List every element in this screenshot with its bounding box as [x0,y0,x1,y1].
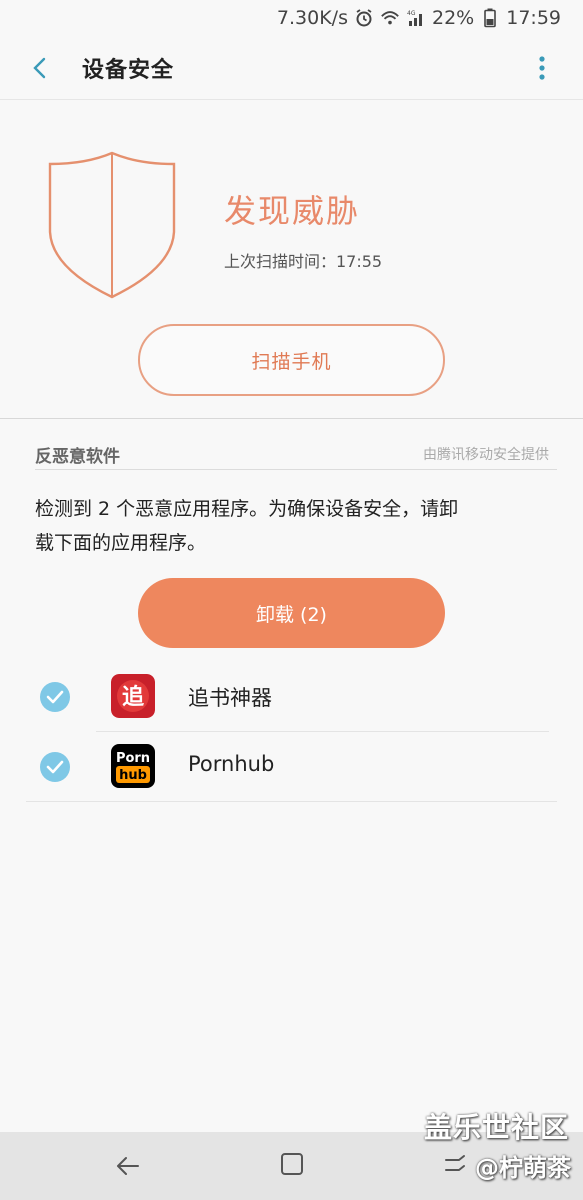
checkbox-checked-icon[interactable] [40,752,70,782]
back-button[interactable] [20,48,60,88]
malware-app-row[interactable]: Porn hub Pornhub [26,732,557,802]
provider-label: 由腾讯移动安全提供 [423,447,549,463]
battery-icon [480,8,500,28]
zhuishu-app-icon: 追 [111,674,155,718]
nav-home-icon[interactable] [280,1152,304,1176]
threat-status-title: 发现威胁 [224,192,361,230]
last-scan-time: 上次扫描时间：17:55 [224,252,383,271]
app-name: 追书神器 [188,686,272,710]
svg-text:hub: hub [119,768,147,783]
row-divider [26,801,557,802]
section-label: 反恶意软件 [35,447,120,467]
scan-phone-button[interactable]: 扫描手机 [138,324,445,396]
detection-message-line1: 检测到 2 个恶意应用程序。为确保设备安全，请卸 [35,498,459,520]
status-bar: 7.30K/s 4G 22% 17:59 [0,0,583,36]
shield-icon [46,150,178,300]
detection-message-line2: 载下面的应用程序。 [35,532,207,554]
svg-text:追: 追 [122,684,144,710]
wifi-icon [380,8,400,28]
svg-text:Porn: Porn [116,751,150,766]
nav-back-icon[interactable] [114,1152,142,1180]
svg-text:4G: 4G [407,10,416,17]
chevron-left-icon [33,57,46,78]
detection-message: 检测到 2 个恶意应用程序。为确保设备安全，请卸 载下面的应用程序。 [35,492,505,560]
app-header: 设备安全 [0,36,583,100]
alarm-icon [354,8,374,28]
divider [0,418,583,419]
uninstall-button[interactable]: 卸载 (2) [138,578,445,648]
watermark-author: @柠萌茶 [475,1154,571,1182]
clock: 17:59 [506,7,561,29]
pornhub-app-icon: Porn hub [111,744,155,788]
page-title: 设备安全 [82,57,175,83]
more-options-button[interactable] [527,50,557,86]
antimalware-section-header: 反恶意软件 由腾讯移动安全提供 [35,440,557,470]
watermark-community: 盖乐世社区 [423,1111,569,1144]
network-speed: 7.30K/s [276,7,348,29]
checkbox-checked-icon[interactable] [40,682,70,712]
more-vertical-icon [539,56,545,80]
malware-app-row[interactable]: 追 追书神器 [26,662,557,732]
nav-recent-icon[interactable] [443,1152,469,1178]
device-security-screen: 7.30K/s 4G 22% 17:59 设备安全 发现威胁 上次扫描时间：17… [0,0,583,1200]
app-name: Pornhub [188,752,275,776]
battery-percent: 22% [432,7,475,29]
signal-4g-icon: 4G [406,8,426,28]
